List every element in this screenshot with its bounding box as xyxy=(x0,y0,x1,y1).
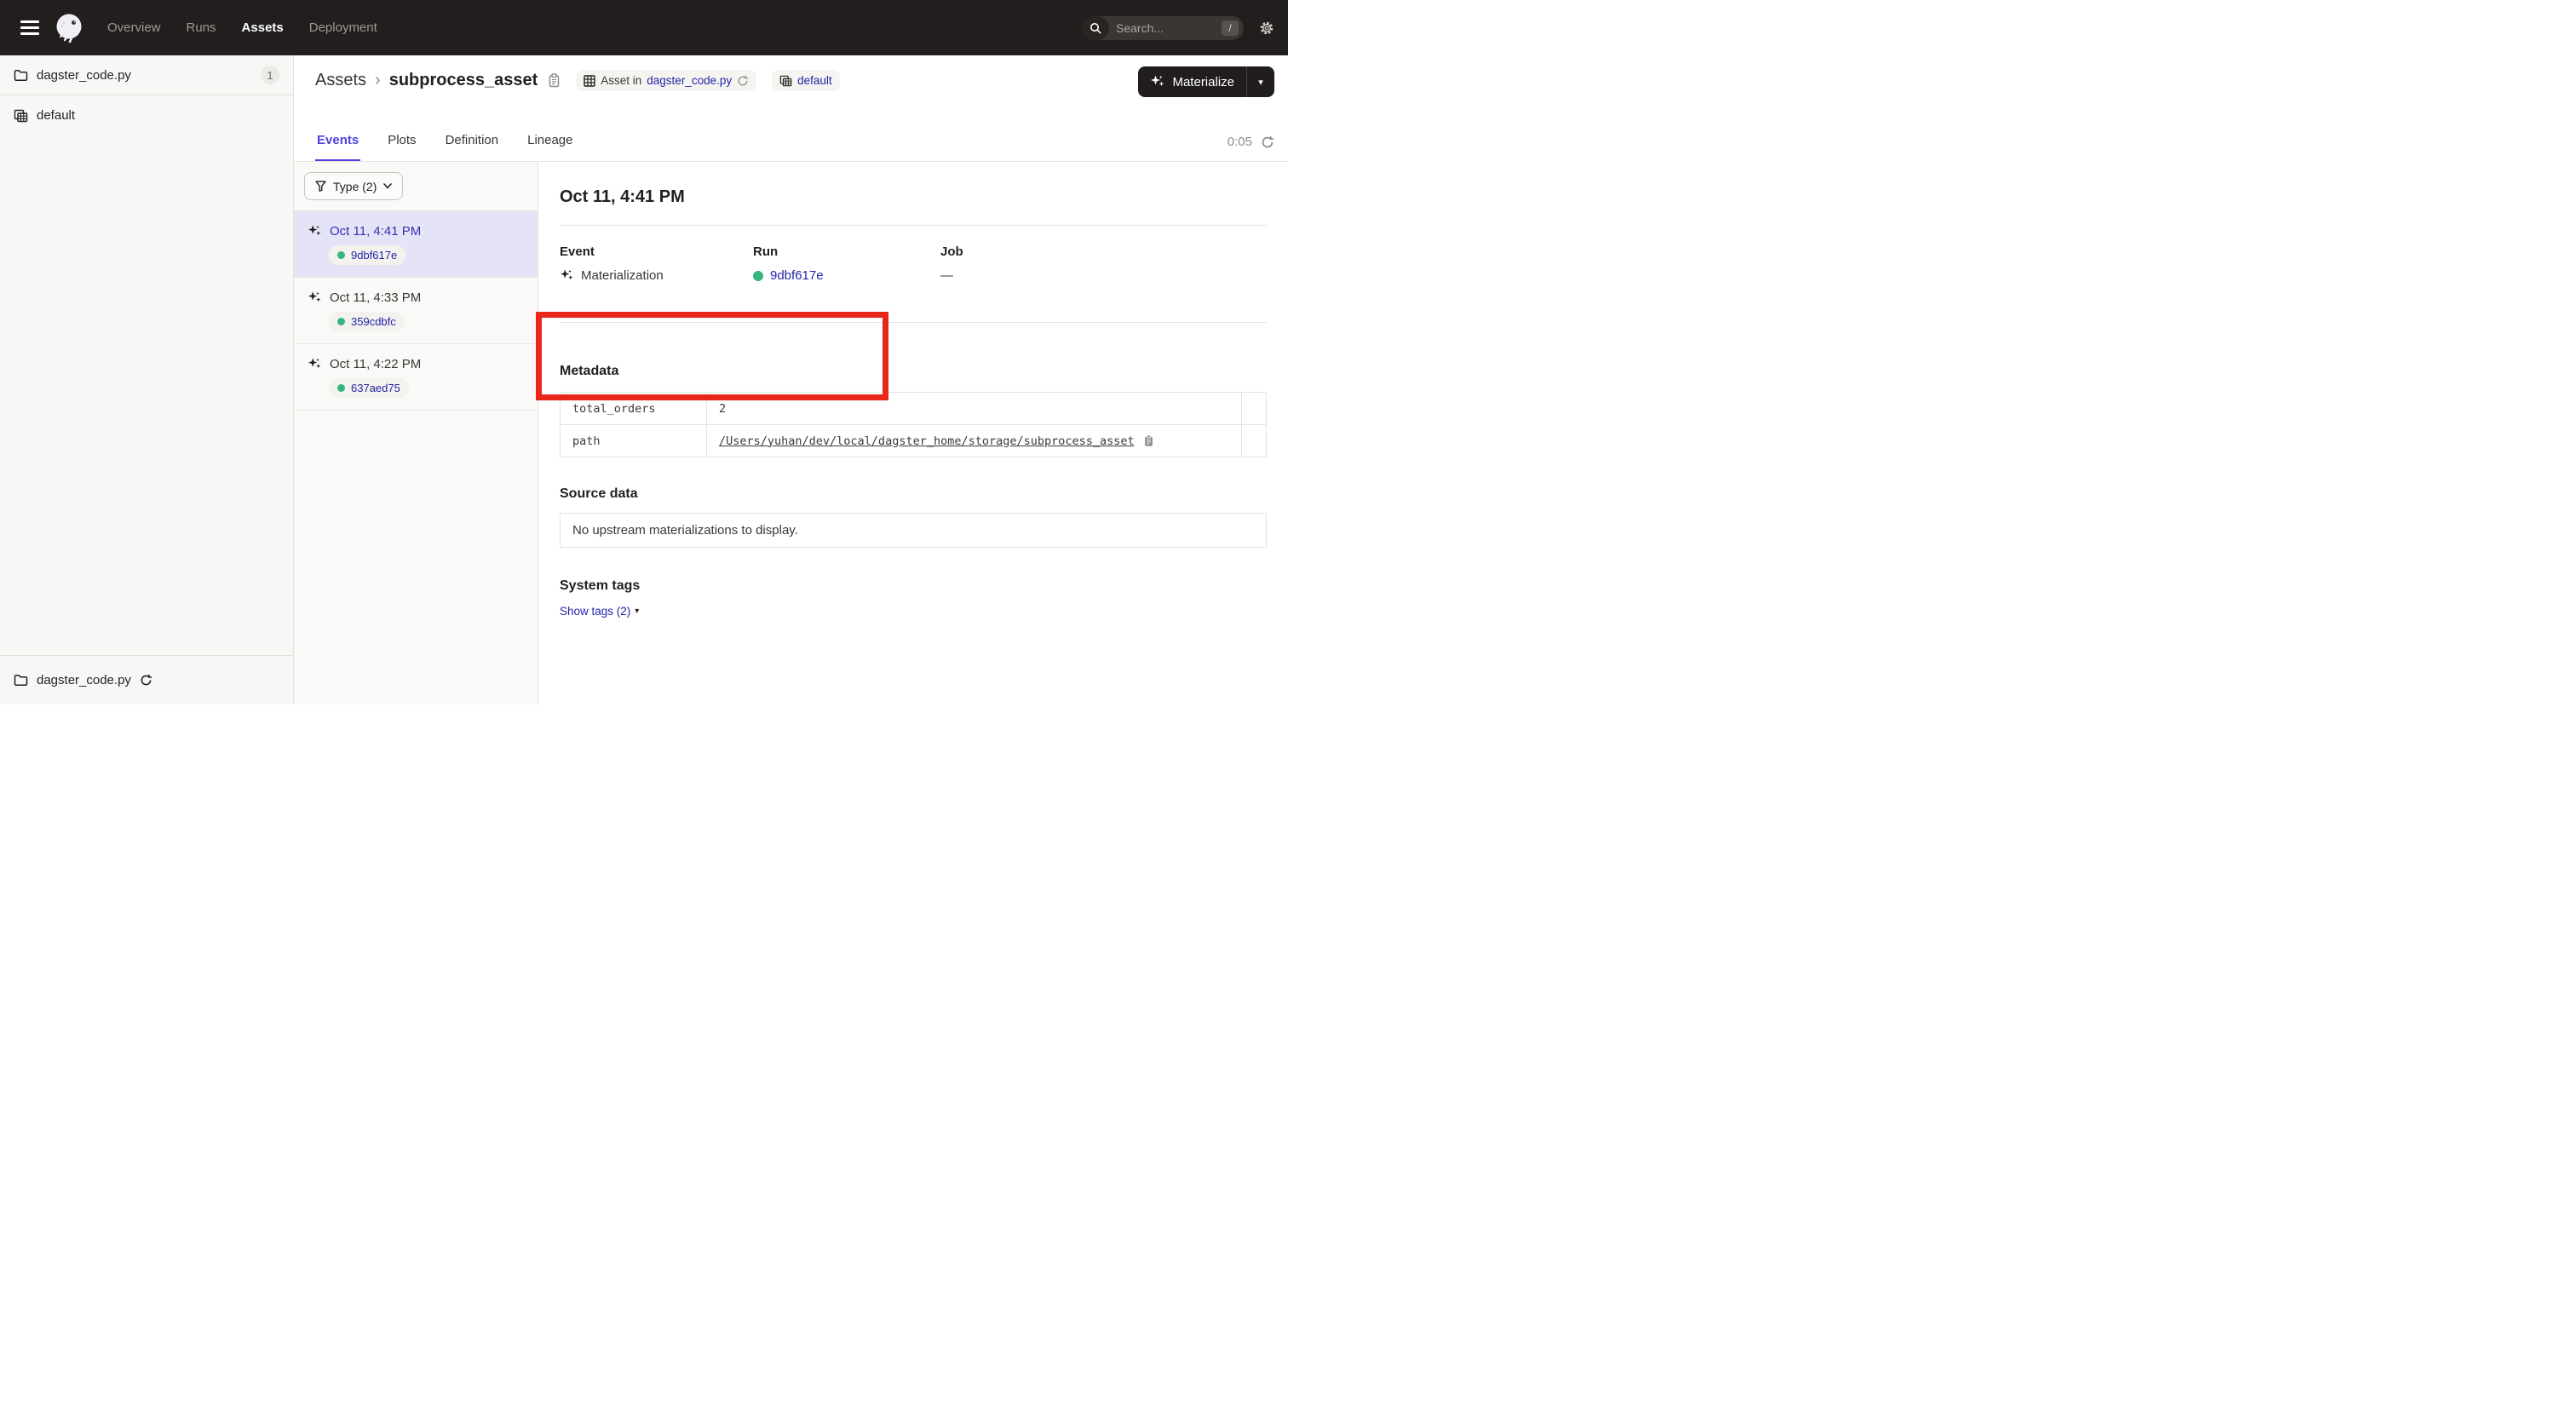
run-id-badge[interactable]: 9dbf617e xyxy=(329,245,405,265)
materialize-button[interactable]: Materialize xyxy=(1138,66,1246,97)
materialize-label: Materialize xyxy=(1172,75,1234,89)
run-status-dot xyxy=(753,271,763,281)
event-column-label: Event xyxy=(560,244,753,259)
settings-gear-icon[interactable] xyxy=(1259,20,1274,36)
source-data-empty-state: No upstream materializations to display. xyxy=(560,513,1267,548)
materialize-dropdown-button[interactable]: ▾ xyxy=(1247,66,1274,97)
refresh-icon[interactable] xyxy=(1261,135,1274,149)
run-id: 637aed75 xyxy=(351,382,400,394)
type-filter-button[interactable]: Type (2) xyxy=(304,172,403,200)
breadcrumb-separator: › xyxy=(375,71,381,90)
run-id-link[interactable]: 9dbf617e xyxy=(770,268,824,283)
system-tags-section-title: System tags xyxy=(560,578,1267,594)
hamburger-menu-icon[interactable] xyxy=(20,20,39,35)
materialize-split-button: Materialize ▾ xyxy=(1138,66,1274,97)
sidebar-item-default-group[interactable]: default xyxy=(0,95,293,135)
tab-definition[interactable]: Definition xyxy=(444,133,501,161)
asset-grid-icon xyxy=(584,75,595,87)
chevron-down-icon xyxy=(383,183,392,189)
asset-definition-tag: Asset in dagster_code.py xyxy=(576,70,756,91)
event-type-value: Materialization xyxy=(581,268,664,283)
refresh-countdown: 0:05 xyxy=(1228,135,1252,149)
materialization-sparkle-icon xyxy=(308,357,322,371)
source-data-section-title: Source data xyxy=(560,486,1267,502)
event-list-item[interactable]: Oct 11, 4:33 PM 359cdbfc xyxy=(294,278,538,344)
tab-events[interactable]: Events xyxy=(315,133,360,161)
breadcrumb: Assets › subprocess_asset xyxy=(315,70,1274,91)
asset-count-badge: 1 xyxy=(261,66,279,84)
event-timestamp: Oct 11, 4:22 PM xyxy=(330,357,421,371)
nav-item-runs[interactable]: Runs xyxy=(187,20,216,35)
materialization-sparkle-icon xyxy=(560,268,574,283)
page-title: subprocess_asset xyxy=(389,71,538,90)
code-location-link[interactable]: dagster_code.py xyxy=(647,74,732,87)
group-link[interactable]: default xyxy=(797,74,832,87)
search-shortcut-key: / xyxy=(1222,20,1239,36)
search-icon xyxy=(1082,16,1109,40)
metadata-key: path xyxy=(561,425,707,457)
event-list-item[interactable]: Oct 11, 4:22 PM 637aed75 xyxy=(294,344,538,411)
metadata-value: 2 xyxy=(707,393,1242,425)
copy-path-icon[interactable] xyxy=(1143,434,1154,447)
top-navbar: Overview Runs Assets Deployment Search..… xyxy=(0,0,1288,55)
run-status-dot xyxy=(337,251,345,259)
asset-tag-prefix: Asset in xyxy=(601,74,641,87)
table-row: total_orders 2 xyxy=(561,393,1267,425)
job-column-label: Job xyxy=(940,244,1267,259)
metadata-section-title: Metadata xyxy=(560,364,1267,379)
materialization-sparkle-icon xyxy=(308,290,322,305)
nav-item-overview[interactable]: Overview xyxy=(107,20,161,35)
sidebar-footer-code-location[interactable]: dagster_code.py xyxy=(0,655,293,704)
filter-funnel-icon xyxy=(315,181,326,192)
sidebar-item-code-location[interactable]: dagster_code.py 1 xyxy=(0,55,293,95)
run-id-badge[interactable]: 637aed75 xyxy=(329,378,409,398)
asset-group-icon xyxy=(779,75,792,87)
asset-page-header: Assets › subprocess_asset xyxy=(294,55,1288,162)
asset-tabs: Events Plots Definition Lineage 0:05 xyxy=(315,133,1274,161)
left-sidebar: dagster_code.py 1 default xyxy=(0,55,294,704)
dagster-logo-icon[interactable] xyxy=(53,12,85,44)
run-status-dot xyxy=(337,318,345,325)
nav-item-deployment[interactable]: Deployment xyxy=(309,20,377,35)
show-tags-label: Show tags (2) xyxy=(560,605,630,618)
sidebar-item-label: dagster_code.py xyxy=(37,68,131,83)
run-status-dot xyxy=(337,384,345,392)
sidebar-footer-label: dagster_code.py xyxy=(37,673,131,687)
reload-definition-icon[interactable] xyxy=(737,75,749,87)
breadcrumb-assets-link[interactable]: Assets xyxy=(315,71,366,90)
type-filter-label: Type (2) xyxy=(333,180,377,193)
event-detail-panel: Oct 11, 4:41 PM Event xyxy=(538,162,1288,704)
folder-icon xyxy=(14,674,28,687)
tab-plots[interactable]: Plots xyxy=(386,133,417,161)
reload-icon[interactable] xyxy=(140,674,152,687)
run-column-label: Run xyxy=(753,244,940,259)
run-id: 9dbf617e xyxy=(351,249,397,262)
primary-nav: Overview Runs Assets Deployment xyxy=(107,20,377,35)
nav-item-assets[interactable]: Assets xyxy=(242,20,284,35)
job-value: — xyxy=(940,268,953,283)
show-tags-toggle[interactable]: Show tags (2) ▾ xyxy=(560,605,639,618)
search-placeholder: Search... xyxy=(1109,21,1222,35)
event-detail-heading: Oct 11, 4:41 PM xyxy=(560,187,1267,207)
tab-lineage[interactable]: Lineage xyxy=(526,133,574,161)
table-row: path /Users/yuhan/dev/local/dagster_home… xyxy=(561,425,1267,457)
copy-asset-name-icon[interactable] xyxy=(548,73,561,88)
asset-group-tag: default xyxy=(772,70,840,91)
storage-path-link[interactable]: /Users/yuhan/dev/local/dagster_home/stor… xyxy=(719,434,1135,448)
materialization-sparkle-icon xyxy=(308,224,322,239)
search-input[interactable]: Search... / xyxy=(1082,16,1244,40)
asset-group-icon xyxy=(14,109,28,123)
metadata-table: total_orders 2 path /Users/yuhan/dev/loc… xyxy=(560,392,1267,457)
event-list-panel: Type (2) xyxy=(294,162,538,704)
run-id: 359cdbfc xyxy=(351,315,396,328)
metadata-key: total_orders xyxy=(561,393,707,425)
event-list-item[interactable]: Oct 11, 4:41 PM 9dbf617e xyxy=(294,211,538,278)
run-id-badge[interactable]: 359cdbfc xyxy=(329,312,405,331)
sparkle-icon xyxy=(1150,74,1165,89)
caret-down-icon: ▾ xyxy=(635,607,639,616)
event-timestamp: Oct 11, 4:33 PM xyxy=(330,290,421,305)
folder-icon xyxy=(14,69,28,82)
sidebar-item-label: default xyxy=(37,108,75,123)
event-timestamp: Oct 11, 4:41 PM xyxy=(330,224,421,239)
